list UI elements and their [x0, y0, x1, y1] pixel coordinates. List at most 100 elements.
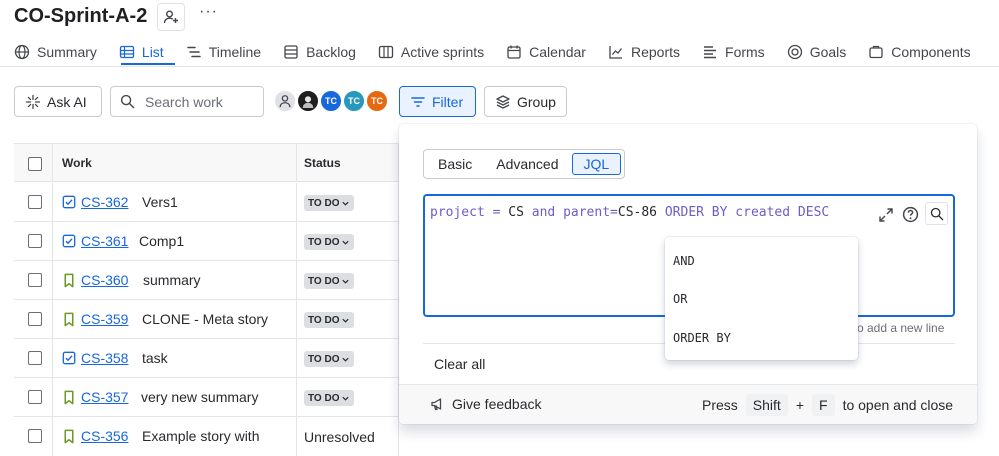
- avatar-unassigned[interactable]: [273, 89, 297, 113]
- status-text: TO DO: [308, 392, 340, 404]
- tab-backlog[interactable]: Backlog: [283, 40, 356, 64]
- column-divider: [52, 222, 53, 260]
- issue-key-link[interactable]: CS-362: [81, 194, 128, 210]
- avatar-tc-2[interactable]: TC: [342, 89, 366, 113]
- search-input[interactable]: [143, 92, 253, 111]
- row-checkbox[interactable]: [28, 273, 42, 287]
- assignee-avatars: TC TC TC: [273, 89, 389, 113]
- column-divider: [296, 417, 297, 456]
- tab-calendar[interactable]: Calendar: [506, 40, 586, 64]
- status-lozenge[interactable]: TO DO: [304, 351, 355, 367]
- row-checkbox[interactable]: [28, 351, 42, 365]
- issue-key-link[interactable]: CS-361: [81, 233, 128, 249]
- story-icon: [64, 429, 74, 444]
- row-checkbox[interactable]: [28, 312, 42, 326]
- jql-field: created: [735, 205, 791, 220]
- tab-label: Active sprints: [400, 44, 485, 60]
- status-lozenge[interactable]: TO DO: [304, 273, 355, 289]
- jql-field: project: [430, 205, 485, 220]
- issue-key-link[interactable]: CS-356: [81, 428, 128, 444]
- jql-keyword: DESC: [790, 205, 830, 220]
- jql-keyword: ORDER BY: [657, 205, 736, 220]
- row-checkbox[interactable]: [28, 195, 42, 209]
- status-text: TO DO: [308, 353, 340, 365]
- issue-summary[interactable]: CLONE - Meta story: [142, 311, 268, 327]
- avatar-tc-1[interactable]: TC: [319, 89, 343, 113]
- task-icon: [62, 195, 76, 209]
- clear-all-button[interactable]: Clear all: [434, 356, 485, 372]
- suggestion-and[interactable]: AND: [673, 254, 695, 268]
- tab-label: Backlog: [306, 44, 356, 60]
- tab-summary[interactable]: Summary: [14, 40, 97, 64]
- avatar-tc-3[interactable]: TC: [365, 89, 389, 113]
- tab-goals[interactable]: Goals: [787, 40, 846, 64]
- add-person-icon: [163, 10, 178, 24]
- filter-button[interactable]: Filter: [399, 86, 476, 117]
- issue-summary[interactable]: Example story with: [142, 428, 259, 444]
- layers-icon: [496, 94, 510, 109]
- chevron-down-icon: [342, 357, 350, 362]
- mode-advanced[interactable]: Advanced: [485, 153, 569, 175]
- issue-summary[interactable]: task: [142, 350, 168, 366]
- issue-summary[interactable]: Vers1: [142, 194, 178, 210]
- issue-key-link[interactable]: CS-359: [81, 311, 128, 327]
- status-text: TO DO: [308, 197, 340, 209]
- story-icon: [64, 273, 74, 288]
- row-checkbox[interactable]: [28, 390, 42, 404]
- help-icon[interactable]: [902, 206, 919, 223]
- status-lozenge[interactable]: TO DO: [304, 234, 355, 250]
- search-query-button[interactable]: [925, 202, 948, 225]
- issue-key-link[interactable]: CS-357: [81, 389, 128, 405]
- suggestion-or[interactable]: OR: [673, 292, 687, 306]
- mode-jql[interactable]: JQL: [571, 153, 622, 175]
- suggestion-order-by[interactable]: ORDER BY: [673, 331, 731, 345]
- forms-icon: [704, 46, 717, 59]
- column-header-status[interactable]: Status: [304, 156, 341, 170]
- jql-value: CS-86: [617, 205, 658, 220]
- row-checkbox[interactable]: [28, 429, 42, 443]
- column-header-work[interactable]: Work: [62, 156, 92, 170]
- issue-summary[interactable]: Comp1: [139, 233, 184, 249]
- group-button[interactable]: Group: [484, 86, 567, 117]
- mode-basic[interactable]: Basic: [427, 153, 483, 175]
- tab-timeline[interactable]: Timeline: [186, 40, 261, 64]
- issue-key-link[interactable]: CS-360: [81, 272, 128, 288]
- header-divider: [0, 66, 999, 67]
- status-lozenge[interactable]: TO DO: [304, 195, 355, 211]
- tab-components[interactable]: Components: [868, 40, 971, 64]
- column-divider: [296, 261, 297, 299]
- tab-forms[interactable]: Forms: [702, 40, 765, 64]
- issue-summary[interactable]: summary: [143, 272, 201, 288]
- column-divider: [398, 417, 399, 456]
- avatar-user-photo[interactable]: [296, 89, 320, 113]
- issue-summary[interactable]: very new summary: [141, 389, 258, 405]
- jql-operator: =: [484, 205, 509, 220]
- column-divider: [52, 300, 53, 338]
- tab-active-sprints[interactable]: Active sprints: [378, 40, 484, 64]
- ask-ai-button[interactable]: Ask AI: [14, 86, 102, 117]
- tab-reports[interactable]: Reports: [608, 40, 680, 64]
- jql-suggestions-dropdown: AND OR ORDER BY: [665, 237, 858, 360]
- shortcut-key-shift: Shift: [745, 394, 788, 416]
- group-label: Group: [517, 93, 556, 110]
- jql-operator: =: [610, 205, 618, 220]
- select-all-checkbox[interactable]: [28, 157, 42, 171]
- column-divider: [296, 378, 297, 416]
- chart-icon: [609, 46, 622, 59]
- status-lozenge[interactable]: TO DO: [304, 390, 355, 406]
- add-people-button[interactable]: [157, 3, 185, 31]
- search-icon: [120, 94, 135, 109]
- jql-query-text[interactable]: project = CS and parent=CS-86 ORDER BY c…: [430, 205, 829, 220]
- status-lozenge[interactable]: TO DO: [304, 312, 355, 328]
- give-feedback-link[interactable]: Give feedback: [430, 396, 542, 412]
- issue-key-link[interactable]: CS-358: [81, 350, 128, 366]
- more-actions-button[interactable]: ···: [199, 3, 218, 21]
- give-feedback-label: Give feedback: [452, 396, 542, 412]
- expand-icon[interactable]: [878, 207, 894, 223]
- filter-popup: Basic Advanced JQL project = CS and pare…: [399, 124, 977, 424]
- row-checkbox[interactable]: [28, 234, 42, 248]
- goal-icon: [787, 44, 802, 60]
- search-box[interactable]: [110, 86, 264, 117]
- task-icon: [62, 351, 76, 365]
- tab-list[interactable]: List: [119, 40, 164, 64]
